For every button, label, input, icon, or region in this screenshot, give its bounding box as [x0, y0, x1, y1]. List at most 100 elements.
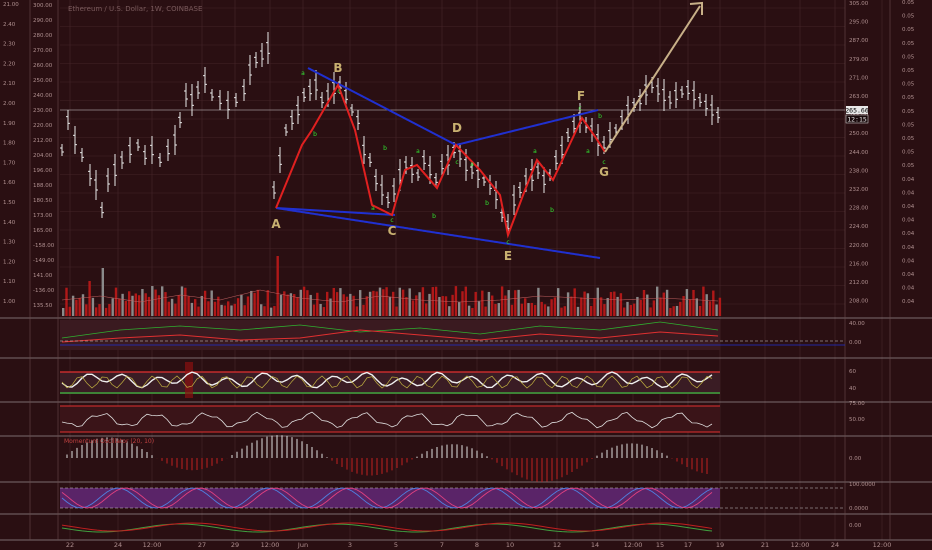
right-price-axis-label: 305.00	[849, 1, 869, 7]
volume-bar	[560, 307, 563, 316]
wave-label-b: B	[333, 61, 342, 75]
x-tick-label: 14	[591, 541, 599, 549]
volume-bar	[629, 304, 632, 316]
chart-canvas[interactable]: A B C D E F Ga b c a b c a b c a b c a b c a b c 40.00 0.00 60 40 7…	[0, 0, 932, 550]
volume-bar	[309, 294, 312, 316]
volume-bar	[144, 293, 147, 316]
volume-bar	[705, 294, 708, 316]
right-price-axis-label: 232.00	[849, 187, 869, 193]
histogram-axis-label: 0.00	[849, 456, 862, 462]
left-inner-axis-label: 260.00	[33, 63, 53, 69]
volume-bar	[296, 297, 299, 316]
ratio-axis-label: 0.05	[902, 27, 915, 33]
right-price-axis-label: 212.00	[849, 280, 869, 286]
volume-bar	[349, 293, 352, 316]
volume-bar	[451, 294, 454, 316]
volume-bar	[484, 306, 487, 316]
left-inner-axis-label: 196.00	[33, 168, 53, 174]
chart-background	[0, 0, 932, 550]
left-outer-axis-label: 2.30	[3, 42, 16, 48]
volume-bar	[494, 303, 497, 316]
volume-bar	[603, 304, 606, 316]
volume-bar	[623, 307, 626, 316]
volume-bar	[596, 287, 599, 316]
volume-bar	[118, 298, 121, 316]
x-tick-label: 12:00	[873, 541, 892, 549]
volume-bar	[164, 292, 167, 316]
volume-bar	[540, 301, 543, 316]
volume-bar	[263, 306, 266, 316]
volume-bar	[477, 301, 481, 316]
volume-bar	[715, 304, 718, 316]
left-inner-axis-label: 240.00	[33, 93, 53, 99]
volume-bar	[395, 306, 398, 316]
x-tick-label: 12:00	[143, 541, 162, 549]
sub-wave-label: c	[602, 159, 605, 166]
volume-bar	[276, 256, 279, 316]
volume-bar	[316, 292, 319, 316]
x-tick-label: 27	[198, 541, 206, 549]
volume-bar	[517, 289, 520, 316]
volume-bar	[378, 287, 382, 316]
ratio-axis-label: 0.04	[902, 245, 915, 251]
left-inner-axis-label: 135.50	[33, 303, 53, 309]
volume-bar	[128, 291, 131, 316]
volume-bar	[408, 288, 411, 316]
left-outer-axis-label: 2.40	[3, 22, 16, 28]
left-outer-axis-label: 1.30	[3, 240, 16, 246]
volume-bar	[121, 293, 124, 316]
volume-bar	[269, 307, 273, 316]
volume-bar	[461, 291, 464, 316]
volume-bar	[675, 305, 679, 316]
wave-label-d: D	[452, 121, 462, 135]
volume-bar	[573, 288, 576, 316]
volume-bar	[679, 301, 682, 316]
volume-bar	[240, 294, 243, 316]
wave-label-f: F	[577, 89, 585, 103]
volume-bar	[656, 286, 659, 316]
volume-bar	[636, 296, 639, 316]
volume-bar	[606, 298, 609, 316]
volume-bar	[405, 297, 408, 316]
volume-bar	[161, 286, 164, 316]
volume-bar	[646, 294, 649, 316]
x-tick-label: 22	[66, 541, 74, 549]
volume-bar	[550, 299, 553, 316]
ratio-axis-label: 0.05	[902, 95, 915, 101]
wave-label-a: A	[271, 217, 281, 231]
right-price-axis-label: 295.00	[849, 20, 869, 26]
volume-bar	[352, 295, 355, 316]
cci-axis-label: 75.00	[849, 401, 865, 407]
ratio-axis-label: 0.05	[902, 0, 915, 6]
volume-bar	[312, 304, 316, 316]
volume-bar	[543, 304, 547, 316]
current-time-label: 12:15	[847, 116, 867, 124]
stoch-axis-label: 100.0000	[849, 482, 876, 488]
volume-bar	[210, 290, 213, 316]
sub-wave-label: b	[313, 131, 317, 138]
ratio-axis-label: 0.04	[902, 190, 915, 196]
volume-bar	[273, 306, 276, 316]
volume-bar	[111, 298, 114, 316]
volume-bar	[326, 291, 329, 316]
left-outer-axis-label: 1.20	[3, 259, 16, 265]
volume-bar	[95, 307, 98, 316]
left-outer-axis-label: 1.60	[3, 180, 16, 186]
volume-bar	[570, 296, 573, 316]
volume-bar	[293, 294, 296, 316]
x-tick-label: 7	[440, 541, 444, 549]
last-axis-label: 0.00	[849, 523, 862, 529]
x-tick-label: 12:00	[261, 541, 280, 549]
volume-bar	[85, 304, 88, 316]
volume-bar	[533, 305, 537, 316]
ratio-axis-label: 0.05	[902, 82, 915, 88]
volume-bar	[114, 287, 118, 316]
volume-bar	[583, 291, 586, 316]
volume-bar	[147, 296, 151, 316]
volume-bar	[190, 302, 194, 316]
volume-bar	[692, 289, 695, 316]
volume-bar	[632, 303, 636, 316]
volume-bar	[230, 305, 233, 316]
right-price-axis-label: 271.00	[849, 75, 869, 81]
volume-bar	[207, 301, 210, 316]
